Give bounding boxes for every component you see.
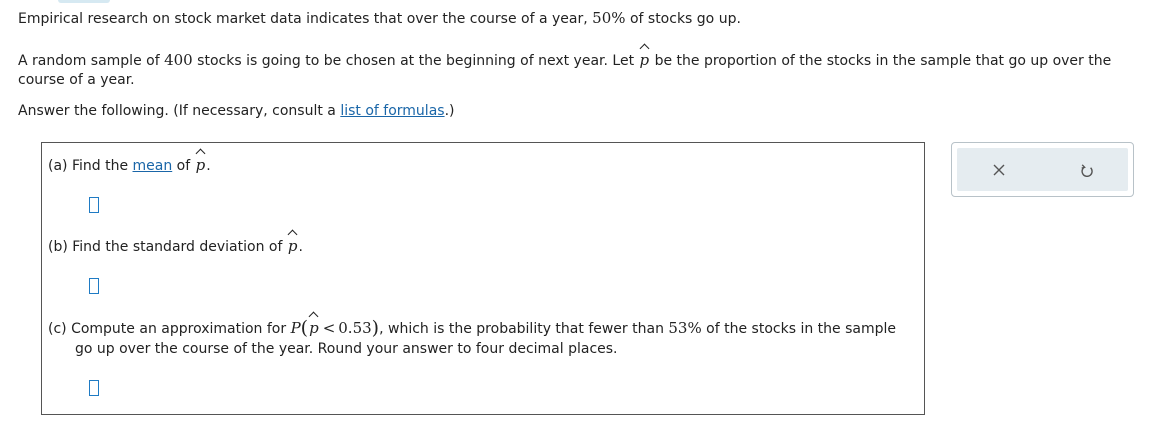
less-than-symbol: < (322, 319, 336, 337)
undo-button[interactable] (1072, 156, 1102, 184)
answer-input-b[interactable] (89, 278, 99, 294)
sample-size: 400 (164, 51, 193, 69)
probability-symbol: P (290, 319, 301, 337)
x-icon (993, 164, 1005, 176)
intro-line-2: A random sample of 400 stocks is going t… (18, 50, 1111, 71)
part-b-prompt: (b) Find the standard deviation of p. (48, 236, 303, 258)
part-c-line-2: go up over the course of the year. Round… (75, 341, 618, 357)
part-c-text: (c) Compute an approximation for (48, 321, 291, 337)
sample-text-2: stocks is going to be chosen at the begi… (192, 53, 639, 69)
list-of-formulas-link[interactable]: list of formulas (340, 103, 444, 119)
instructions-end: .) (444, 103, 455, 119)
part-a-text: (a) Find the (48, 158, 133, 174)
answer-input-a[interactable] (89, 197, 99, 213)
question-box: (a) Find the mean of p. (b) Find the sta… (41, 142, 925, 415)
sample-text-3: be the proportion of the stocks in the s… (650, 53, 1112, 69)
part-b-text: (b) Find the standard deviation of (48, 239, 287, 255)
toolbar-inner (957, 148, 1128, 191)
answer-input-c[interactable] (89, 380, 99, 396)
intro-text-end: of stocks go up. (625, 11, 741, 27)
top-tab-indicator (58, 0, 110, 3)
open-paren: ( (300, 317, 309, 339)
threshold-percent: 53% (668, 319, 702, 337)
part-a-end: . (206, 158, 211, 174)
mean-link[interactable]: mean (133, 158, 173, 174)
answer-toolbar (951, 142, 1134, 197)
part-a-of: of (172, 158, 195, 174)
p-hat-symbol: p (195, 156, 206, 174)
clear-button[interactable] (984, 156, 1014, 184)
intro-percent: 50% (592, 9, 626, 27)
instructions: Answer the following. (If necessary, con… (18, 101, 454, 121)
close-paren: ) (371, 317, 380, 339)
p-hat-symbol: p (287, 237, 298, 255)
instructions-text: Answer the following. (If necessary, con… (18, 103, 341, 119)
part-b-end: . (298, 239, 303, 255)
part-c-text-2: , which is the probability that fewer th… (379, 321, 669, 337)
p-hat-symbol: p (639, 51, 650, 69)
part-c-prompt: (c) Compute an approximation for P(p <0.5… (48, 317, 896, 340)
undo-icon (1081, 164, 1093, 177)
part-c-text-3: of the stocks in the sample (701, 321, 896, 337)
p-hat-symbol: p (309, 319, 319, 337)
part-a-prompt: (a) Find the mean of p. (48, 155, 211, 177)
threshold-value: 0.53 (338, 319, 372, 337)
intro-text: Empirical research on stock market data … (18, 11, 593, 27)
intro-line-3: course of a year. (18, 72, 135, 88)
sample-text: A random sample of (18, 53, 165, 69)
intro-line-1: Empirical research on stock market data … (18, 8, 741, 29)
